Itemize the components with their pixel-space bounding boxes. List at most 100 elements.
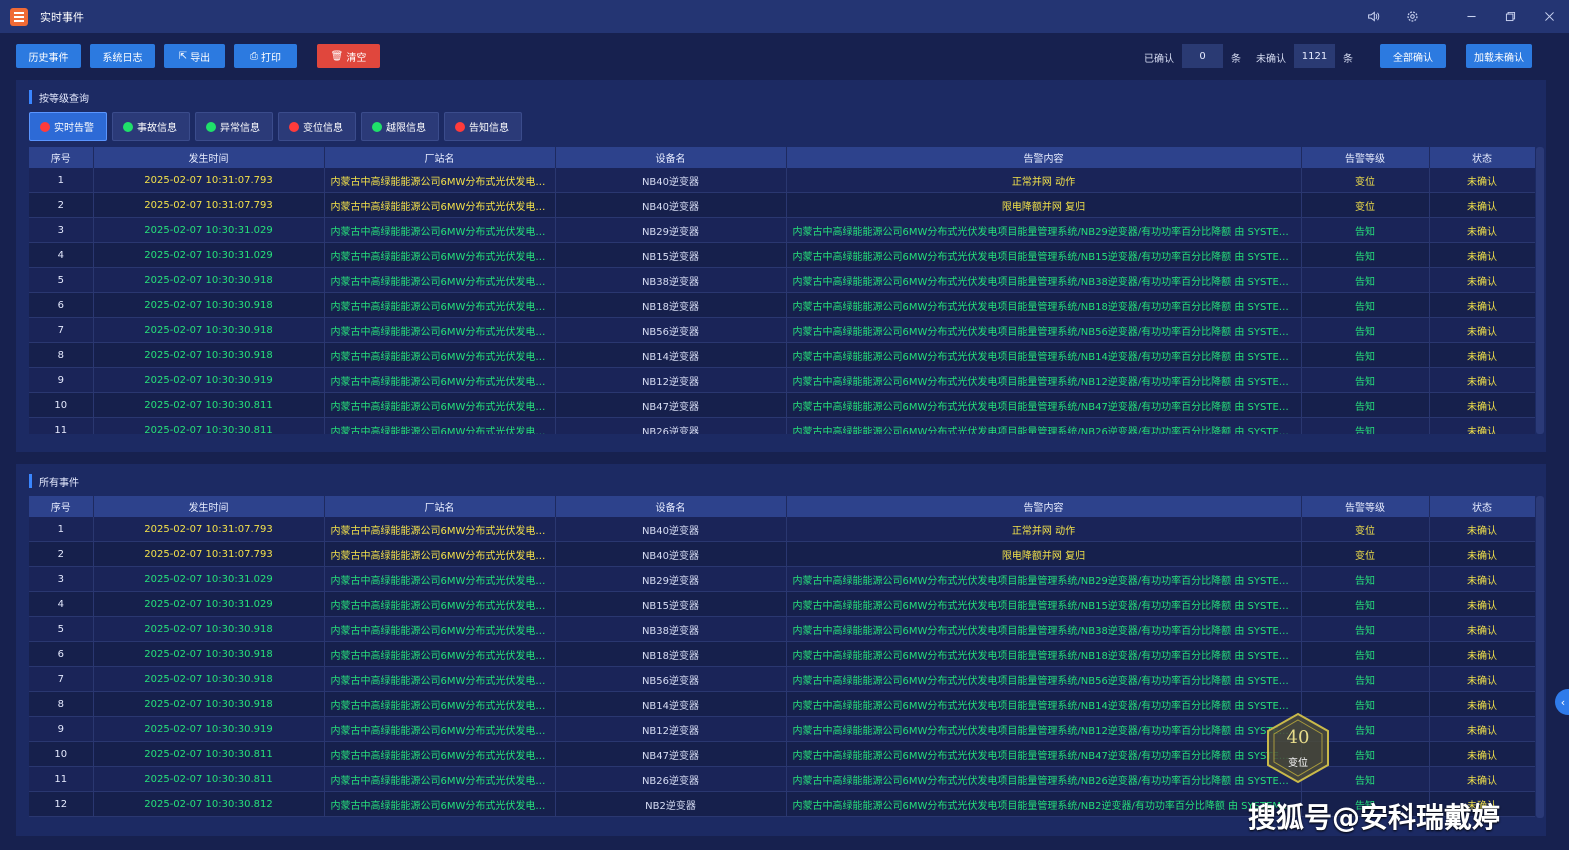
- seq-cell: 6: [29, 641, 94, 667]
- column-header-time[interactable]: 发生时间: [93, 496, 325, 517]
- table-row[interactable]: 10 2025-02-07 10:30:30.811 内蒙古中高绿能能源公司6MW分…: [29, 392, 1535, 418]
- column-header-seq[interactable]: 序号: [29, 496, 94, 517]
- load-unconfirmed-button[interactable]: 加载未确认: [1466, 44, 1532, 68]
- floating-event-badge[interactable]: 40 变位: [1266, 712, 1330, 784]
- print-button[interactable]: ⎙ 打印: [234, 44, 297, 68]
- table-row[interactable]: 9 2025-02-07 10:30:30.919 内蒙古中高绿能能源公司6MW分布…: [29, 367, 1535, 393]
- time-cell: 2025-02-07 10:30:31.029: [93, 566, 325, 592]
- state-cell: 未确认: [1429, 517, 1535, 542]
- time-cell: 2025-02-07 10:30:30.919: [93, 367, 325, 393]
- table-row[interactable]: 3 2025-02-07 10:30:31.029 内蒙古中高绿能能源公司6MW分布…: [29, 217, 1535, 243]
- device-cell: NB56逆变器: [555, 666, 787, 692]
- column-header-state[interactable]: 状态: [1429, 147, 1535, 168]
- filter-accident-info[interactable]: 事故信息: [112, 112, 190, 141]
- unconfirmed-count: 1121: [1294, 44, 1335, 68]
- column-header-plant[interactable]: 厂站名: [324, 496, 556, 517]
- table-row[interactable]: 3 2025-02-07 10:30:31.029 内蒙古中高绿能能源公司6MW分布…: [29, 566, 1535, 592]
- table-row[interactable]: 4 2025-02-07 10:30:31.029 内蒙古中高绿能能源公司6MW分布…: [29, 242, 1535, 268]
- content-cell: 内蒙古中高绿能能源公司6MW分布式光伏发电项目能量管理系统/NB2逆变器/有功功…: [786, 791, 1302, 817]
- filter-displacement-info[interactable]: 变位信息: [278, 112, 356, 141]
- plant-cell: 内蒙古中高绿能能源公司6MW分布式光伏发电项...: [324, 317, 556, 343]
- plant-cell: 内蒙古中高绿能能源公司6MW分布式光伏发电项...: [324, 292, 556, 318]
- filter-label: 异常信息: [220, 123, 260, 134]
- plant-cell: 内蒙古中高绿能能源公司6MW分布式光伏发电项...: [324, 367, 556, 393]
- state-cell: 未确认: [1429, 616, 1535, 642]
- table-row[interactable]: 6 2025-02-07 10:30:30.918 内蒙古中高绿能能源公司6MW分布…: [29, 292, 1535, 318]
- plant-cell: 内蒙古中高绿能能源公司6MW分布式光伏发电项...: [324, 766, 556, 792]
- table-row[interactable]: 1 2025-02-07 10:31:07.793 内蒙古中高绿能能源公司6MW分布…: [29, 168, 1535, 193]
- confirm-all-button[interactable]: 全部确认: [1380, 44, 1446, 68]
- table-row[interactable]: 5 2025-02-07 10:30:30.918 内蒙古中高绿能能源公司6MW分布…: [29, 616, 1535, 642]
- column-header-plant[interactable]: 厂站名: [324, 147, 556, 168]
- filter-realtime-alarm[interactable]: 实时告警: [29, 112, 107, 141]
- seq-cell: 12: [29, 791, 94, 817]
- level-cell: 告知: [1301, 342, 1430, 368]
- status-dot-icon: [123, 121, 133, 132]
- column-header-seq[interactable]: 序号: [29, 147, 94, 168]
- column-header-time[interactable]: 发生时间: [93, 147, 325, 168]
- filter-limit-info[interactable]: 越限信息: [361, 112, 439, 141]
- history-events-button[interactable]: 历史事件: [16, 44, 81, 68]
- print-label: 打印: [261, 52, 281, 64]
- column-header-content[interactable]: 告警内容: [786, 147, 1302, 168]
- state-cell: 未确认: [1429, 168, 1535, 193]
- seq-cell: 1: [29, 168, 94, 193]
- table-header-row: 序号 发生时间 厂站名 设备名 告警内容 告警等级 状态: [29, 147, 1535, 168]
- vertical-scrollbar[interactable]: [1536, 147, 1544, 434]
- level-cell: 告知: [1301, 417, 1430, 434]
- minimize-icon[interactable]: [1452, 0, 1491, 33]
- filter-label: 事故信息: [137, 123, 177, 134]
- table-row[interactable]: 11 2025-02-07 10:30:30.811 内蒙古中高绿能能源公司6MW分…: [29, 417, 1535, 434]
- system-log-button[interactable]: 系统日志: [90, 44, 155, 68]
- clear-button[interactable]: 🗑 清空: [317, 44, 380, 68]
- filter-notice-info[interactable]: 告知信息: [444, 112, 522, 141]
- state-cell: 未确认: [1429, 741, 1535, 767]
- content-cell: 正常并网 动作: [786, 517, 1302, 542]
- restore-icon[interactable]: [1491, 0, 1530, 33]
- content-cell: 内蒙古中高绿能能源公司6MW分布式光伏发电项目能量管理系统/NB12逆变器/有功…: [786, 716, 1302, 742]
- export-button[interactable]: ⇱ 导出: [164, 44, 225, 68]
- plant-cell: 内蒙古中高绿能能源公司6MW分布式光伏发电项...: [324, 168, 556, 193]
- table-row[interactable]: 6 2025-02-07 10:30:30.918 内蒙古中高绿能能源公司6MW分布…: [29, 641, 1535, 667]
- column-header-level[interactable]: 告警等级: [1301, 147, 1430, 168]
- table-row[interactable]: 2 2025-02-07 10:31:07.793 内蒙古中高绿能能源公司6MW分布…: [29, 192, 1535, 218]
- table-row[interactable]: 2 2025-02-07 10:31:07.793 内蒙古中高绿能能源公司6MW分布…: [29, 541, 1535, 567]
- column-header-content[interactable]: 告警内容: [786, 496, 1302, 517]
- device-cell: NB38逆变器: [555, 267, 787, 293]
- state-cell: 未确认: [1429, 267, 1535, 293]
- column-header-level[interactable]: 告警等级: [1301, 496, 1430, 517]
- status-dot-icon: [455, 121, 465, 132]
- device-cell: NB40逆变器: [555, 168, 787, 193]
- volume-icon[interactable]: [1354, 0, 1393, 33]
- time-cell: 2025-02-07 10:30:30.918: [93, 616, 325, 642]
- seq-cell: 9: [29, 716, 94, 742]
- content-cell: 内蒙古中高绿能能源公司6MW分布式光伏发电项目能量管理系统/NB38逆变器/有功…: [786, 267, 1302, 293]
- content-cell: 内蒙古中高绿能能源公司6MW分布式光伏发电项目能量管理系统/NB15逆变器/有功…: [786, 591, 1302, 617]
- table-row[interactable]: 7 2025-02-07 10:30:30.918 内蒙古中高绿能能源公司6MW分布…: [29, 317, 1535, 343]
- seq-cell: 8: [29, 691, 94, 717]
- column-header-device[interactable]: 设备名: [555, 496, 787, 517]
- seq-cell: 11: [29, 766, 94, 792]
- state-cell: 未确认: [1429, 591, 1535, 617]
- table-body: 1 2025-02-07 10:31:07.793 内蒙古中高绿能能源公司6MW分布…: [29, 168, 1535, 434]
- side-expand-tab[interactable]: ‹: [1555, 689, 1569, 715]
- table-row[interactable]: 8 2025-02-07 10:30:30.918 内蒙古中高绿能能源公司6MW分布…: [29, 342, 1535, 368]
- table-row[interactable]: 4 2025-02-07 10:30:31.029 内蒙古中高绿能能源公司6MW分布…: [29, 591, 1535, 617]
- system-log-label: 系统日志: [102, 52, 143, 64]
- gear-icon[interactable]: [1393, 0, 1432, 33]
- column-header-state[interactable]: 状态: [1429, 496, 1535, 517]
- vertical-scrollbar[interactable]: [1536, 496, 1544, 818]
- level-cell: 告知: [1301, 242, 1430, 268]
- column-header-device[interactable]: 设备名: [555, 147, 787, 168]
- title-bar: 实时事件: [0, 0, 1569, 33]
- plant-cell: 内蒙古中高绿能能源公司6MW分布式光伏发电项...: [324, 517, 556, 542]
- plant-cell: 内蒙古中高绿能能源公司6MW分布式光伏发电项...: [324, 267, 556, 293]
- confirmed-label: 已确认: [1144, 54, 1174, 65]
- plant-cell: 内蒙古中高绿能能源公司6MW分布式光伏发电项...: [324, 566, 556, 592]
- close-icon[interactable]: [1530, 0, 1569, 33]
- table-row[interactable]: 7 2025-02-07 10:30:30.918 内蒙古中高绿能能源公司6MW分布…: [29, 666, 1535, 692]
- table-row[interactable]: 1 2025-02-07 10:31:07.793 内蒙古中高绿能能源公司6MW分布…: [29, 517, 1535, 542]
- seq-cell: 5: [29, 616, 94, 642]
- filter-abnormal-info[interactable]: 异常信息: [195, 112, 273, 141]
- table-row[interactable]: 5 2025-02-07 10:30:30.918 内蒙古中高绿能能源公司6MW分布…: [29, 267, 1535, 293]
